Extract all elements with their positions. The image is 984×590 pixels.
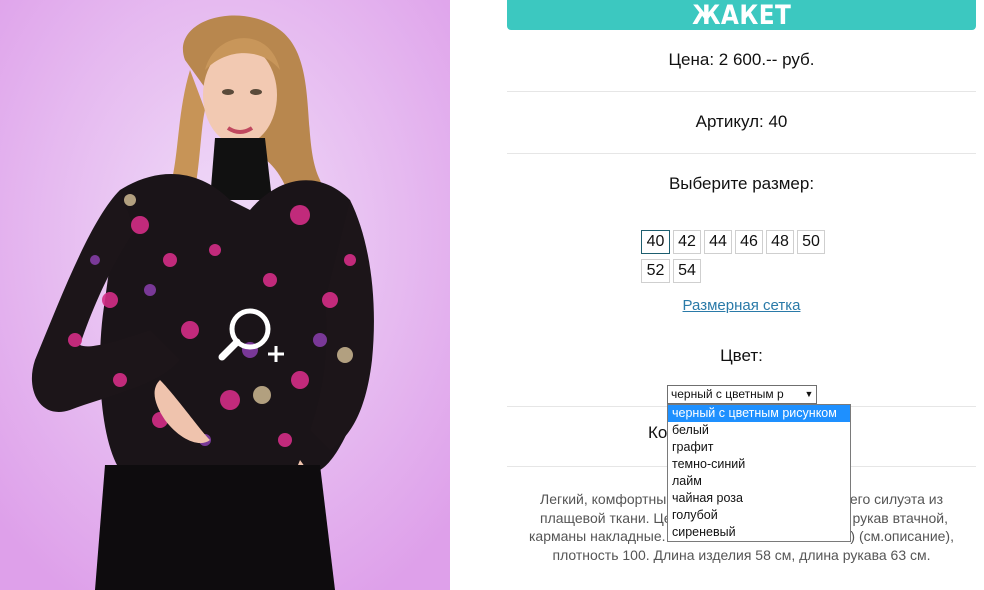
color-option-tea-rose[interactable]: чайная роза (668, 490, 850, 507)
color-option-black-print[interactable]: черный с цветным рисунком (668, 405, 850, 422)
color-select-value: черный с цветным р (671, 387, 784, 401)
size-option-40[interactable]: 40 (641, 230, 670, 254)
color-option-lilac[interactable]: сиреневый (668, 524, 850, 541)
color-option-light-blue[interactable]: голубой (668, 507, 850, 524)
color-heading: Цвет: (720, 346, 763, 365)
size-option-48[interactable]: 48 (766, 230, 794, 254)
desc-line3-right: е) (см.описание), (842, 528, 954, 544)
size-chart-link[interactable]: Размерная сетка (507, 297, 976, 314)
size-option-50[interactable]: 50 (797, 230, 825, 254)
desc-line4: плотность 100. Длина изделия 58 см, длин… (552, 546, 931, 563)
size-heading: Выберите размер: (668, 174, 815, 193)
desc-line1-right: щего силуэта из (838, 491, 943, 507)
desc-line2-left: плащевой ткани. Цен (540, 509, 680, 526)
quantity-label: Ко (648, 423, 668, 442)
desc-line2-right: рукав втачной, (852, 509, 948, 526)
desc-line3-left: карманы накладные. У (529, 528, 679, 544)
article-number: Артикул: 40 (695, 112, 788, 131)
divider (507, 153, 976, 154)
zoom-in-icon[interactable] (214, 305, 290, 369)
color-select[interactable]: черный с цветным р ▼ (667, 385, 817, 404)
product-photo[interactable] (0, 0, 450, 590)
triangle-down-icon: ▼ (802, 386, 816, 403)
size-option-46[interactable]: 46 (735, 230, 763, 254)
product-title: ЖАКЕТ (691, 0, 792, 31)
product-title-bar: ЖАКЕТ (507, 0, 976, 31)
size-option-44[interactable]: 44 (704, 230, 732, 254)
color-option-graphite[interactable]: графит (668, 439, 850, 456)
size-option-52[interactable]: 52 (641, 259, 670, 283)
divider (507, 91, 976, 92)
color-option-dark-blue[interactable]: темно-синий (668, 456, 850, 473)
color-dropdown-list[interactable]: черный с цветным рисунком белый графит т… (667, 404, 851, 542)
model-illustration (0, 0, 450, 590)
size-option-54[interactable]: 54 (673, 259, 701, 283)
size-option-42[interactable]: 42 (673, 230, 701, 254)
price: Цена: 2 600.-- руб. (668, 50, 815, 69)
color-option-lime[interactable]: лайм (668, 473, 850, 490)
desc-line1-left: Легкий, комфортный (540, 491, 675, 507)
color-option-white[interactable]: белый (668, 422, 850, 439)
